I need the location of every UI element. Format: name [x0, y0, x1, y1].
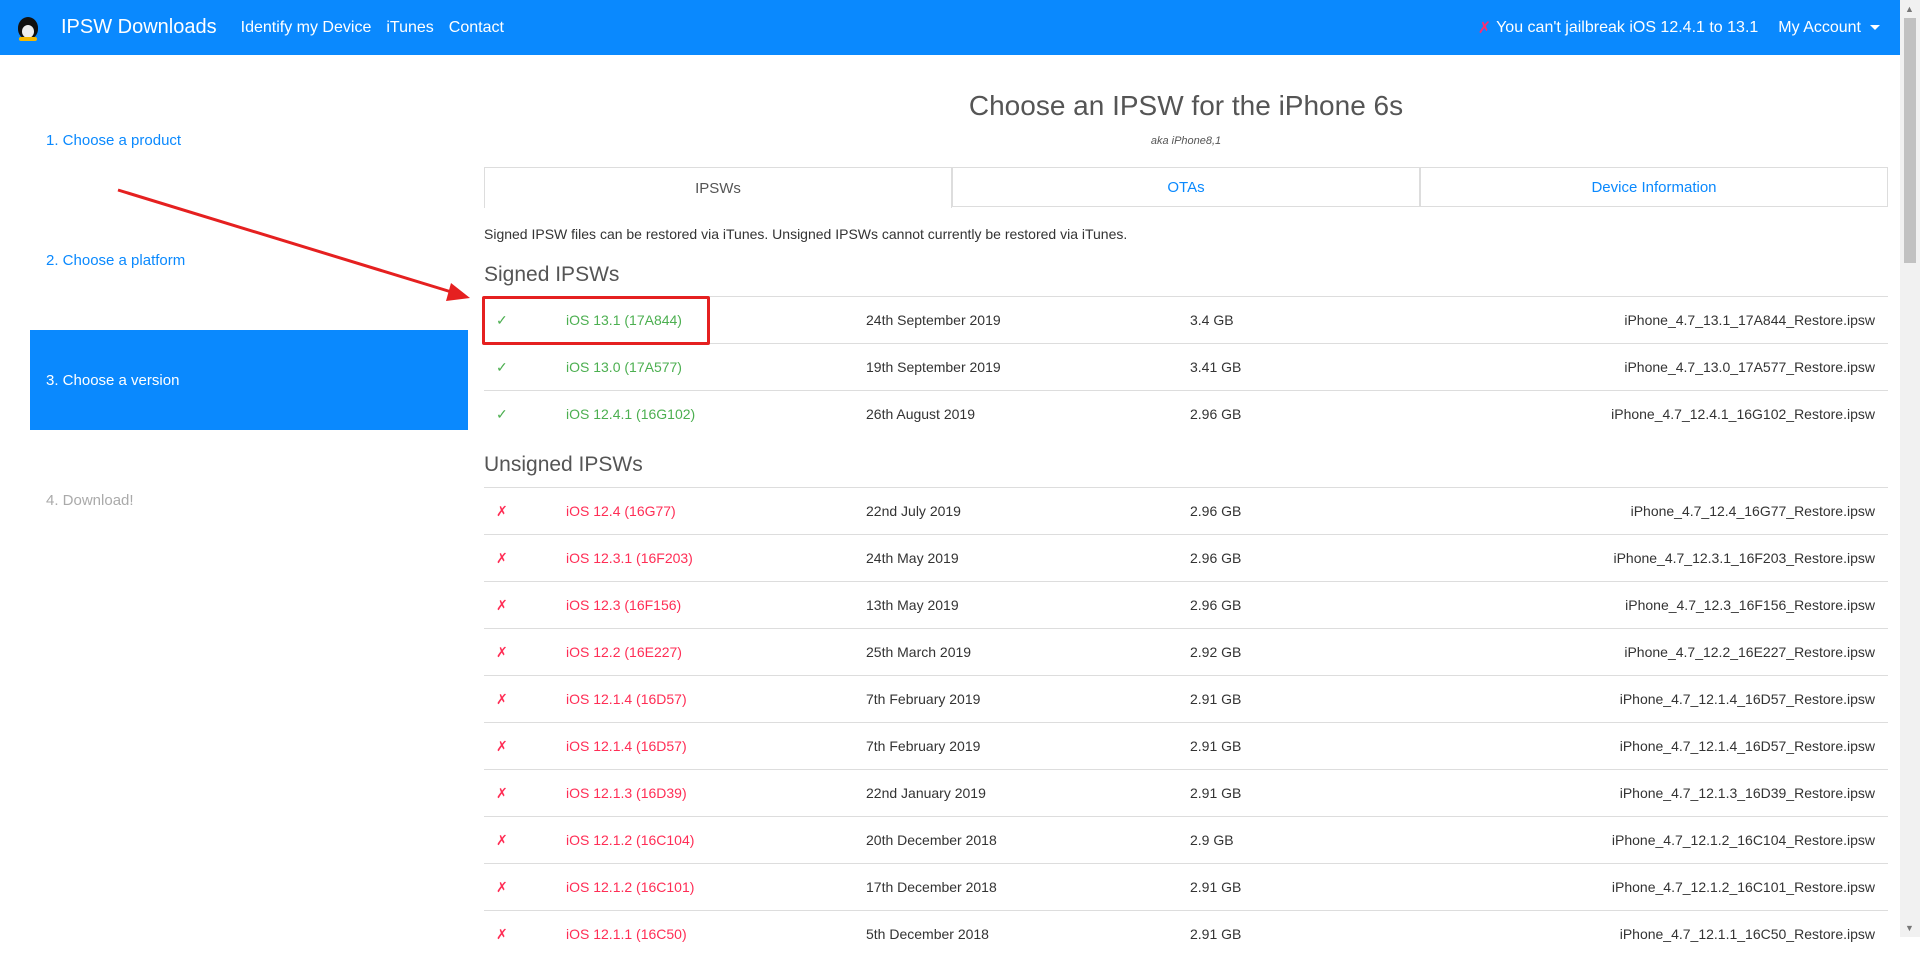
red-arrow-annotation — [117, 188, 470, 301]
